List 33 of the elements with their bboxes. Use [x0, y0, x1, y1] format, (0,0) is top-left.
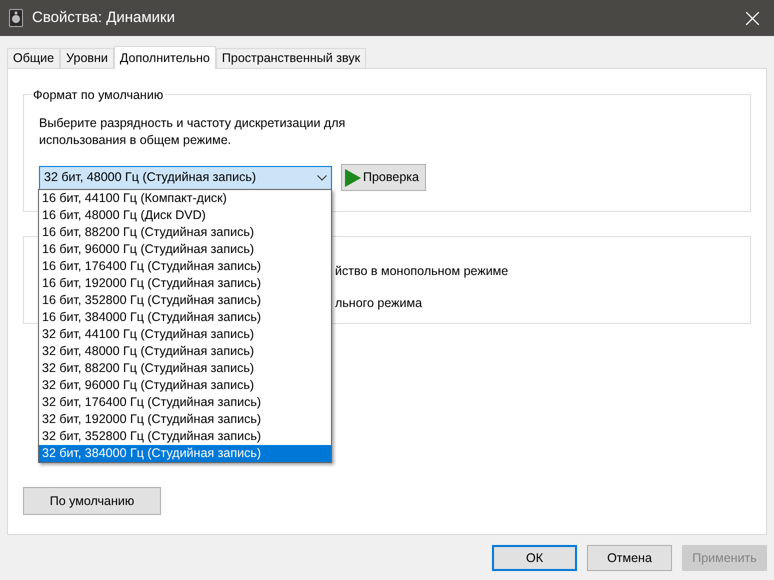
- speaker-icon: [9, 9, 23, 27]
- dropdown-option[interactable]: 16 бит, 96000 Гц (Студийная запись): [39, 241, 331, 258]
- dropdown-option[interactable]: 32 бит, 48000 Гц (Студийная запись): [39, 343, 331, 360]
- tab[interactable]: Дополнительно: [114, 46, 216, 69]
- dropdown-option[interactable]: 16 бит, 384000 Гц (Студийная запись): [39, 309, 331, 326]
- dropdown-option[interactable]: 32 бит, 96000 Гц (Студийная запись): [39, 377, 331, 394]
- dropdown-option[interactable]: 16 бит, 352800 Гц (Студийная запись): [39, 292, 331, 309]
- play-icon: [345, 168, 361, 186]
- restore-defaults-button[interactable]: По умолчанию: [23, 487, 161, 515]
- dropdown-option[interactable]: 32 бит, 88200 Гц (Студийная запись): [39, 360, 331, 377]
- dropdown-option[interactable]: 16 бит, 88200 Гц (Студийная запись): [39, 224, 331, 241]
- dropdown-option[interactable]: 32 бит, 352800 Гц (Студийная запись): [39, 428, 331, 445]
- tab[interactable]: Общие: [7, 48, 60, 68]
- dropdown-option[interactable]: 32 бит, 44100 Гц (Студийная запись): [39, 326, 331, 343]
- window-title: Свойства: Динамики: [32, 8, 175, 28]
- dropdown-option[interactable]: 32 бит, 384000 Гц (Студийная запись): [39, 445, 331, 462]
- dropdown-option[interactable]: 16 бит, 192000 Гц (Студийная запись): [39, 275, 331, 292]
- dropdown-option[interactable]: 32 бит, 176400 Гц (Студийная запись): [39, 394, 331, 411]
- format-dropdown[interactable]: 32 бит, 48000 Гц (Студийная запись): [39, 166, 332, 190]
- description: Выберите разрядность и частоту дискретизации для использования в общем режиме.: [39, 115, 346, 149]
- dialog-button[interactable]: Отмена: [587, 545, 672, 571]
- tab[interactable]: Пространственный звук: [216, 48, 366, 68]
- option-label: йство в монопольном режиме: [335, 263, 510, 280]
- dropdown-option[interactable]: 32 бит, 192000 Гц (Студийная запись): [39, 411, 331, 428]
- tab[interactable]: Уровни: [60, 48, 114, 68]
- close-icon[interactable]: [746, 12, 759, 24]
- option-label: льного режима: [335, 294, 424, 312]
- dropdown-option[interactable]: 16 бит, 44100 Гц (Компакт-диск): [39, 190, 331, 207]
- dialog-button[interactable]: ОК: [492, 545, 577, 571]
- dropdown-option[interactable]: 16 бит, 48000 Гц (Диск DVD): [39, 207, 331, 224]
- chevron-icon: [317, 174, 327, 180]
- dropdown-option[interactable]: 16 бит, 176400 Гц (Студийная запись): [39, 258, 331, 275]
- test-button[interactable]: Проверка: [341, 164, 426, 191]
